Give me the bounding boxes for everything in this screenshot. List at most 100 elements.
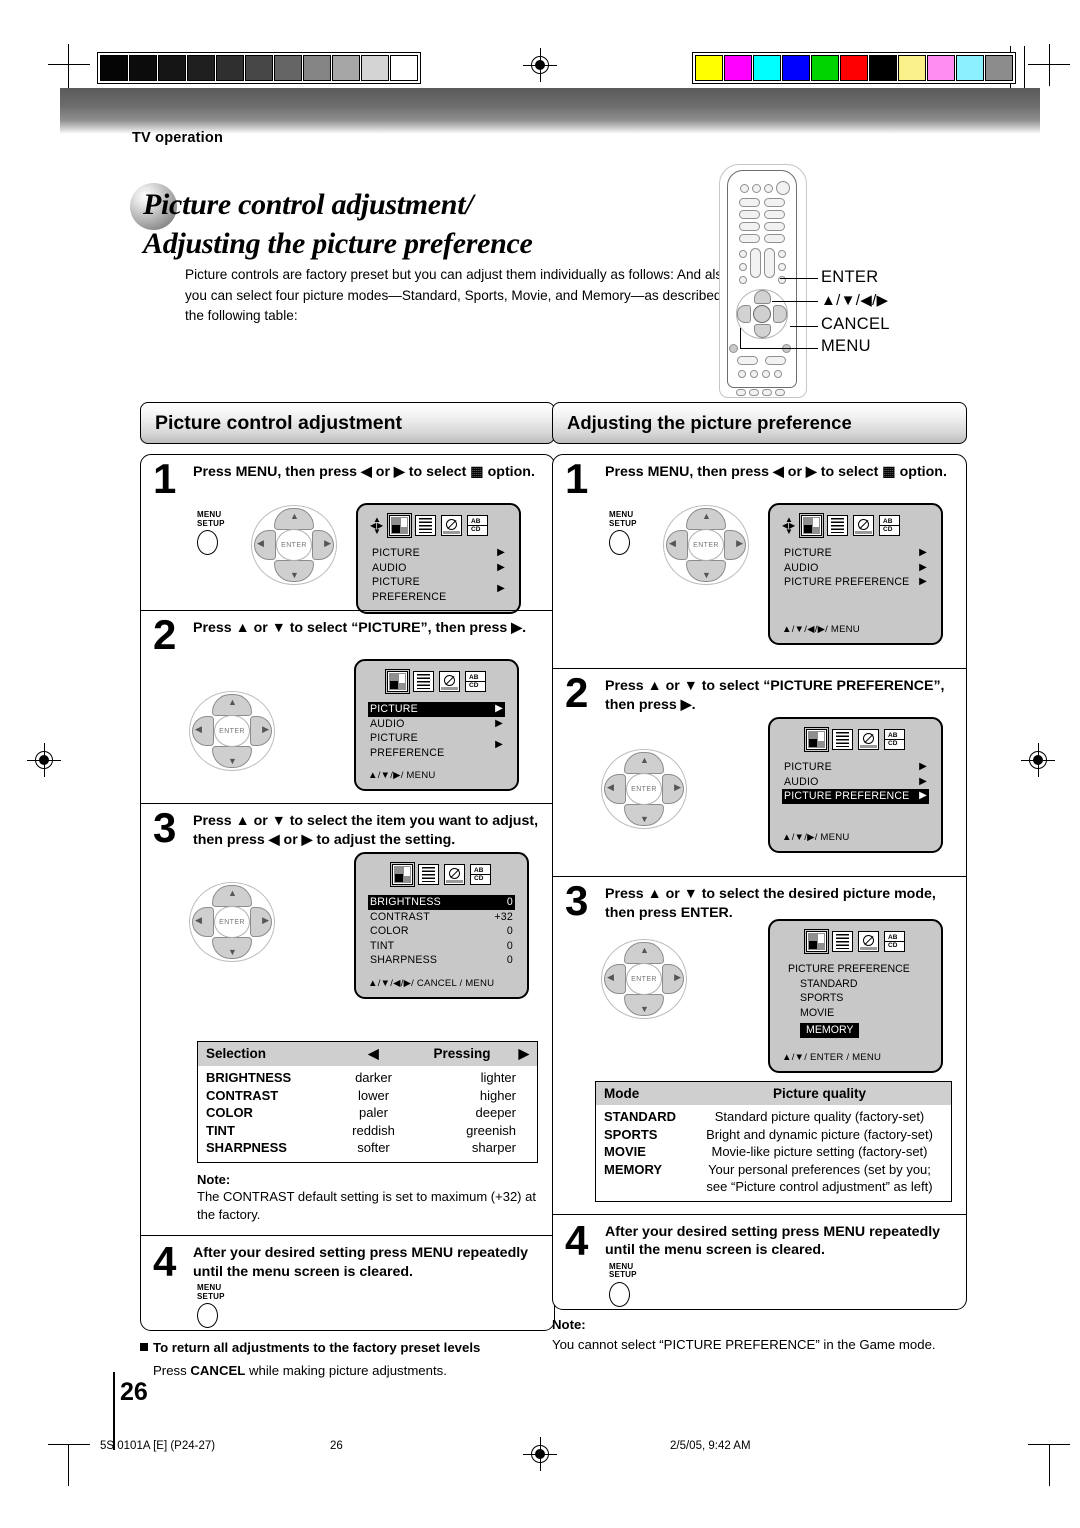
captions-icon-bottom: CD [888, 740, 898, 747]
osd-item-contrast-value: +32 [494, 910, 513, 923]
left-selection-table-wrap: Selection ◀ Pressing ▶ BRIGHTNESS darker… [141, 1033, 554, 1235]
menu-setup-label-line2: SETUP [609, 518, 637, 528]
osd-row-picture-arrow: ▶ [919, 547, 927, 558]
left-footnote: To return all adjustments to the factory… [140, 1339, 555, 1380]
osd-item-tint-label: TINT [370, 939, 395, 952]
page-title-line2: Adjusting the picture preference [143, 227, 533, 260]
dpad-enter-label: ENTER [688, 529, 724, 561]
osd-item-sharpness: SHARPNESS 0 [368, 953, 515, 968]
picture-icon [390, 862, 415, 887]
osd-preference-heading: PICTURE PREFERENCE [788, 963, 910, 975]
dpad-right-icon: ▶ [324, 538, 331, 548]
dpad-right-icon: ▶ [674, 972, 681, 982]
callout-label-arrows: ▲/▼/◀/▶ [821, 292, 889, 309]
osd-right-step-3: AB CD PICTURE PREFERENCE STANDARD SPORTS… [768, 919, 943, 1073]
osd-icon-row: ▲ ◀ ▶ ▼ AB CD [370, 513, 507, 538]
color-swatch-8 [927, 55, 955, 81]
color-test-strip [692, 52, 1016, 84]
dpad-up-icon: ▲ [640, 755, 649, 765]
header-band [60, 88, 1040, 134]
left-step-4-number: 4 [153, 1238, 177, 1285]
trim-rule-right-b [1024, 46, 1025, 90]
pressing-left-arrow-icon: ◀ [368, 1046, 379, 1061]
function-icon [444, 864, 465, 885]
dpad-enter-label: ENTER [214, 715, 250, 747]
right-step-1-number: 1 [565, 455, 589, 502]
osd-item-brightness-label: BRIGHTNESS [370, 896, 441, 908]
cancel-keyword: CANCEL [190, 1363, 246, 1378]
right-note: Note: You cannot select “PICTURE PREFERE… [552, 1316, 967, 1354]
function-icon [858, 931, 879, 952]
left-step-1: 1 Press MENU, then press ◀ or ▶ to selec… [141, 455, 554, 614]
captions-icon: AB CD [879, 515, 900, 536]
dpad-left-icon: ◀ [607, 972, 614, 982]
function-icon [858, 729, 879, 750]
pressing-header-label: Pressing [433, 1046, 491, 1061]
left-step-4-text: After your desired setting press MENU re… [193, 1245, 529, 1280]
registration-mark-left [27, 743, 61, 777]
audio-icon [832, 931, 853, 952]
menu-setup-label-line2: SETUP [197, 1291, 225, 1301]
quality-header-label: Picture quality [772, 1086, 867, 1101]
color-swatch-5 [840, 55, 868, 81]
table-row: STANDARD Standard picture quality (facto… [604, 1109, 925, 1124]
osd-right-step-1: ▲ ◀ ▶ ▼ AB CD PICTURE ▶ AUDIO ▶ PICTURE … [768, 503, 943, 645]
gray-swatch-5 [245, 55, 273, 81]
osd-row-audio-arrow: ▶ [497, 561, 505, 573]
audio-icon [832, 729, 853, 750]
table-row: TINT reddish greenish [206, 1122, 516, 1138]
osd-item-contrast: CONTRAST +32 [368, 910, 515, 925]
left-step-2-number: 2 [153, 611, 177, 658]
page-number-rule [113, 1372, 115, 1450]
dpad-down-icon: ▼ [228, 756, 237, 766]
table-row: BRIGHTNESS darker lighter [206, 1070, 516, 1085]
footer-right: 2/5/05, 9:42 AM [670, 1440, 751, 1452]
color-swatch-10 [985, 55, 1013, 81]
osd-row-picture-preference: PICTURE PREFERENCE ▶ [370, 575, 507, 604]
osd-row-audio-arrow: ▶ [919, 561, 927, 573]
captions-icon-top: AB [471, 518, 481, 525]
grayscale-test-strip [97, 52, 421, 84]
dpad-up-icon: ▲ [640, 945, 649, 955]
selection-table-body: BRIGHTNESS darker lighter CONTRAST lower… [198, 1066, 537, 1162]
picture-icon [799, 513, 824, 538]
picture-icon [804, 727, 829, 752]
dpad-enter-label: ENTER [626, 773, 662, 805]
captions-icon-bottom: CD [883, 526, 893, 533]
left-note-text: The CONTRAST default setting is set to m… [197, 1189, 536, 1222]
registration-mark-bottom [523, 1437, 557, 1471]
footer-left: 5S 0101A [E] (P24-27) [100, 1440, 216, 1452]
osd-item-tint: TINT 0 [368, 939, 515, 954]
dpad-illustration: ▲ ▼ ◀ ▶ ENTER [189, 691, 275, 771]
osd-icon-row: AB CD [782, 727, 929, 752]
dpad-up-icon: ▲ [228, 888, 237, 898]
gray-swatch-2 [158, 55, 186, 81]
crop-mark-bottom-right [1012, 1424, 1070, 1486]
osd-hint: ▲/▼/ ENTER / MENU [782, 1052, 882, 1063]
osd-icon-row: ▲ ◀ ▶ ▼ AB CD [782, 513, 929, 538]
left-step-4: 4 After your desired setting press MENU … [141, 1235, 554, 1330]
left-step-1-text: Press MENU, then press ◀ or ▶ to select … [193, 464, 535, 480]
osd-row-audio-label: AUDIO [784, 775, 819, 788]
left-note-label: Note: [197, 1171, 231, 1187]
captions-icon: AB CD [465, 671, 486, 692]
osd-mode-memory: MEMORY [800, 1023, 860, 1038]
dpad-up-icon: ▲ [228, 697, 237, 707]
color-swatch-3 [782, 55, 810, 81]
table-row: MEMORY Your personal preferences (set by… [604, 1161, 933, 1195]
left-step-3: 3 Press ▲ or ▼ to select the item you wa… [141, 803, 554, 1033]
osd-row-picture-label: PICTURE [372, 547, 420, 559]
dpad-illustration: ▲ ▼ ◀ ▶ ENTER [601, 749, 687, 829]
menu-setup-button-illustration: MENU SETUP [197, 1283, 241, 1328]
registration-mark-right [1021, 743, 1055, 777]
osd-row-audio: AUDIO ▶ [368, 717, 505, 732]
osd-preference-list: PICTURE PREFERENCE STANDARD SPORTS MOVIE… [782, 962, 929, 1038]
audio-icon [415, 515, 436, 536]
captions-icon: AB CD [884, 931, 905, 952]
table-row: COLOR paler deeper [206, 1105, 516, 1120]
menu-setup-button-circle [197, 530, 218, 555]
osd-hint: ▲/▼/▶/ MENU [782, 831, 850, 843]
left-steps-box: 1 Press MENU, then press ◀ or ▶ to selec… [140, 454, 555, 1331]
callout-leader-menu-riser [740, 328, 741, 348]
right-mode-table-wrap: Mode Picture quality STANDARD Standard p… [553, 1073, 966, 1214]
